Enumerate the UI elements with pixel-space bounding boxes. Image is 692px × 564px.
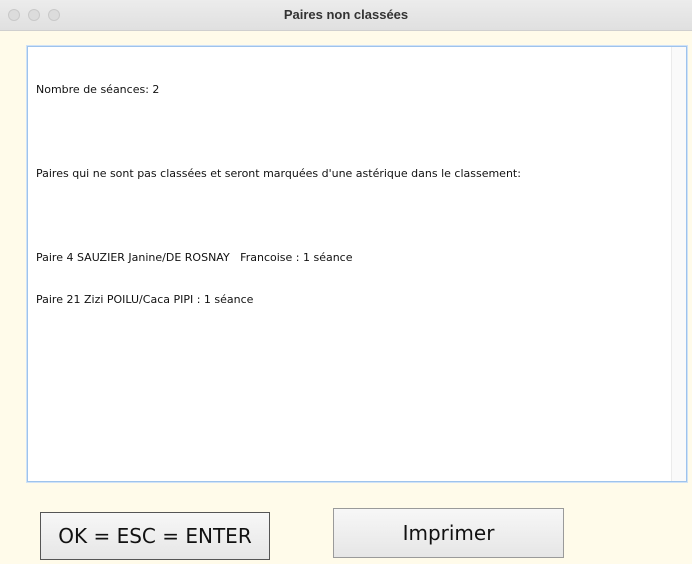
report-content: Nombre de séances: 2 Paires qui ne sont … xyxy=(36,55,664,335)
intro-line: Paires qui ne sont pas classées et seron… xyxy=(36,167,521,180)
vertical-scrollbar[interactable] xyxy=(671,47,686,481)
window-title: Paires non classées xyxy=(283,7,409,22)
sessions-count-line: Nombre de séances: 2 xyxy=(36,83,160,96)
title-bar: Paires non classées xyxy=(0,0,692,31)
report-text-area[interactable]: Nombre de séances: 2 Paires qui ne sont … xyxy=(27,46,687,482)
dialog-window: Paires non classées Nombre de séances: 2… xyxy=(0,0,692,564)
pair-line: Paire 21 Zizi POILU/Caca PIPI : 1 séance xyxy=(36,293,254,306)
ok-button[interactable]: OK = ESC = ENTER xyxy=(40,512,270,560)
print-button[interactable]: Imprimer xyxy=(333,508,564,558)
pair-line: Paire 4 SAUZIER Janine/DE ROSNAY Francoi… xyxy=(36,251,353,264)
